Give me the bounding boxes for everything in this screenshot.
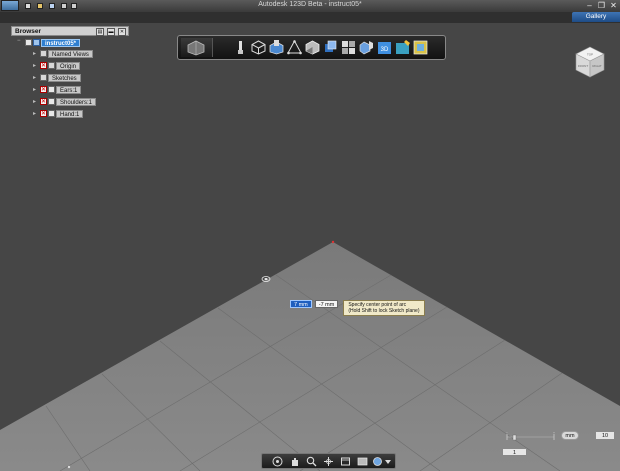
- tree-item-origin[interactable]: Origin: [40, 61, 81, 70]
- tree-item-label: Sketches: [48, 73, 81, 82]
- visual-style-icon[interactable]: [372, 456, 383, 467]
- materials-icon[interactable]: [413, 40, 428, 55]
- tree-item-label: Shoulders:1: [56, 97, 97, 106]
- tree-item-hand[interactable]: Hand:1: [40, 109, 84, 118]
- browser-pin-button[interactable]: ▬: [107, 28, 115, 36]
- orbit-icon[interactable]: [272, 456, 283, 467]
- svg-text:−: −: [506, 431, 508, 435]
- viewcube-icon[interactable]: TOP FRONT RIGHT: [573, 45, 607, 79]
- primitives-icon[interactable]: [251, 40, 266, 55]
- hidden-icon[interactable]: [40, 86, 47, 93]
- pan-icon[interactable]: [289, 456, 300, 467]
- tree-root-label: instruct05*: [41, 38, 81, 47]
- browser-panel-header[interactable]: Browser ▤ ▬ ✕: [11, 26, 129, 36]
- component-icon: [48, 98, 55, 105]
- tree-item-label: Origin: [56, 61, 81, 70]
- zoom-icon[interactable]: [306, 456, 317, 467]
- viewcube-right-label[interactable]: RIGHT: [592, 64, 602, 68]
- tree-item-named-views[interactable]: Named Views: [40, 49, 93, 58]
- view-settings-icon[interactable]: [357, 456, 368, 467]
- transform-icon[interactable]: [233, 40, 248, 55]
- tree-item-shoulders[interactable]: Shoulders:1: [40, 97, 97, 106]
- tooltip-line: (Hold Shift to lock Sketch plane): [348, 308, 420, 314]
- sketch-icon[interactable]: [269, 40, 284, 55]
- construct-icon[interactable]: [287, 39, 302, 55]
- expand-icon[interactable]: ▸: [33, 110, 36, 117]
- tree-item-ears[interactable]: Ears:1: [40, 85, 82, 94]
- folder-icon: [48, 62, 55, 69]
- x-coordinate-input[interactable]: 7 mm: [290, 300, 312, 308]
- pattern-icon[interactable]: [323, 40, 338, 55]
- component-icon: [48, 86, 55, 93]
- browser-close-button[interactable]: ✕: [118, 28, 126, 36]
- folder-icon: [40, 50, 47, 57]
- app-logo-icon[interactable]: [181, 38, 213, 57]
- units-button[interactable]: mm: [561, 431, 579, 440]
- hidden-icon[interactable]: [40, 98, 47, 105]
- component-icon: [48, 110, 55, 117]
- collapse-icon[interactable]: −: [17, 38, 21, 44]
- folder-icon: [40, 74, 47, 81]
- fit-icon[interactable]: [340, 456, 351, 467]
- expand-icon[interactable]: ▸: [33, 74, 36, 81]
- snap-value-field[interactable]: 1: [502, 448, 527, 456]
- tree-item-label: Named Views: [48, 49, 93, 58]
- viewcube-top-label[interactable]: TOP: [587, 53, 593, 57]
- grid-size-field[interactable]: 10: [595, 431, 615, 440]
- group-icon[interactable]: [341, 40, 356, 55]
- expand-icon[interactable]: ▸: [33, 86, 36, 93]
- expand-icon[interactable]: ▸: [33, 62, 36, 69]
- viewcube-front-label[interactable]: FRONT: [578, 64, 588, 68]
- tree-root[interactable]: instruct05*: [25, 38, 81, 47]
- modify-icon[interactable]: [305, 40, 320, 55]
- grid-slider[interactable]: − +: [505, 431, 555, 443]
- ground-plane[interactable]: [0, 0, 620, 471]
- component-icon: [33, 39, 40, 46]
- slider-handle[interactable]: [512, 434, 517, 441]
- y-coordinate-input[interactable]: -7 mm: [314, 300, 339, 308]
- combine-icon[interactable]: [359, 40, 374, 55]
- svg-text:+: +: [553, 431, 555, 435]
- eye-icon[interactable]: [25, 39, 32, 46]
- tree-item-label: Ears:1: [56, 85, 82, 94]
- expand-icon[interactable]: ▸: [33, 50, 36, 57]
- measure-3d-icon[interactable]: 3D: [377, 40, 392, 55]
- svg-text:3D: 3D: [381, 47, 389, 53]
- tree-item-sketches[interactable]: Sketches: [40, 73, 81, 82]
- browser-options-button[interactable]: ▤: [96, 28, 104, 36]
- expand-icon[interactable]: ▸: [33, 98, 36, 105]
- chevron-down-icon[interactable]: [384, 456, 392, 467]
- tree-item-label: Hand:1: [56, 109, 84, 118]
- hidden-icon[interactable]: [40, 110, 47, 117]
- sketch-input-group: 7 mm -7 mm Specify center point of arc (…: [290, 300, 425, 316]
- command-tooltip: Specify center point of arc (Hold Shift …: [343, 300, 425, 316]
- text-icon[interactable]: [395, 40, 410, 55]
- browser-title: Browser: [15, 28, 42, 35]
- look-at-icon[interactable]: [323, 456, 334, 467]
- navigation-bar: [261, 453, 396, 469]
- main-toolbar: 3D: [177, 35, 446, 60]
- hidden-icon[interactable]: [40, 62, 47, 69]
